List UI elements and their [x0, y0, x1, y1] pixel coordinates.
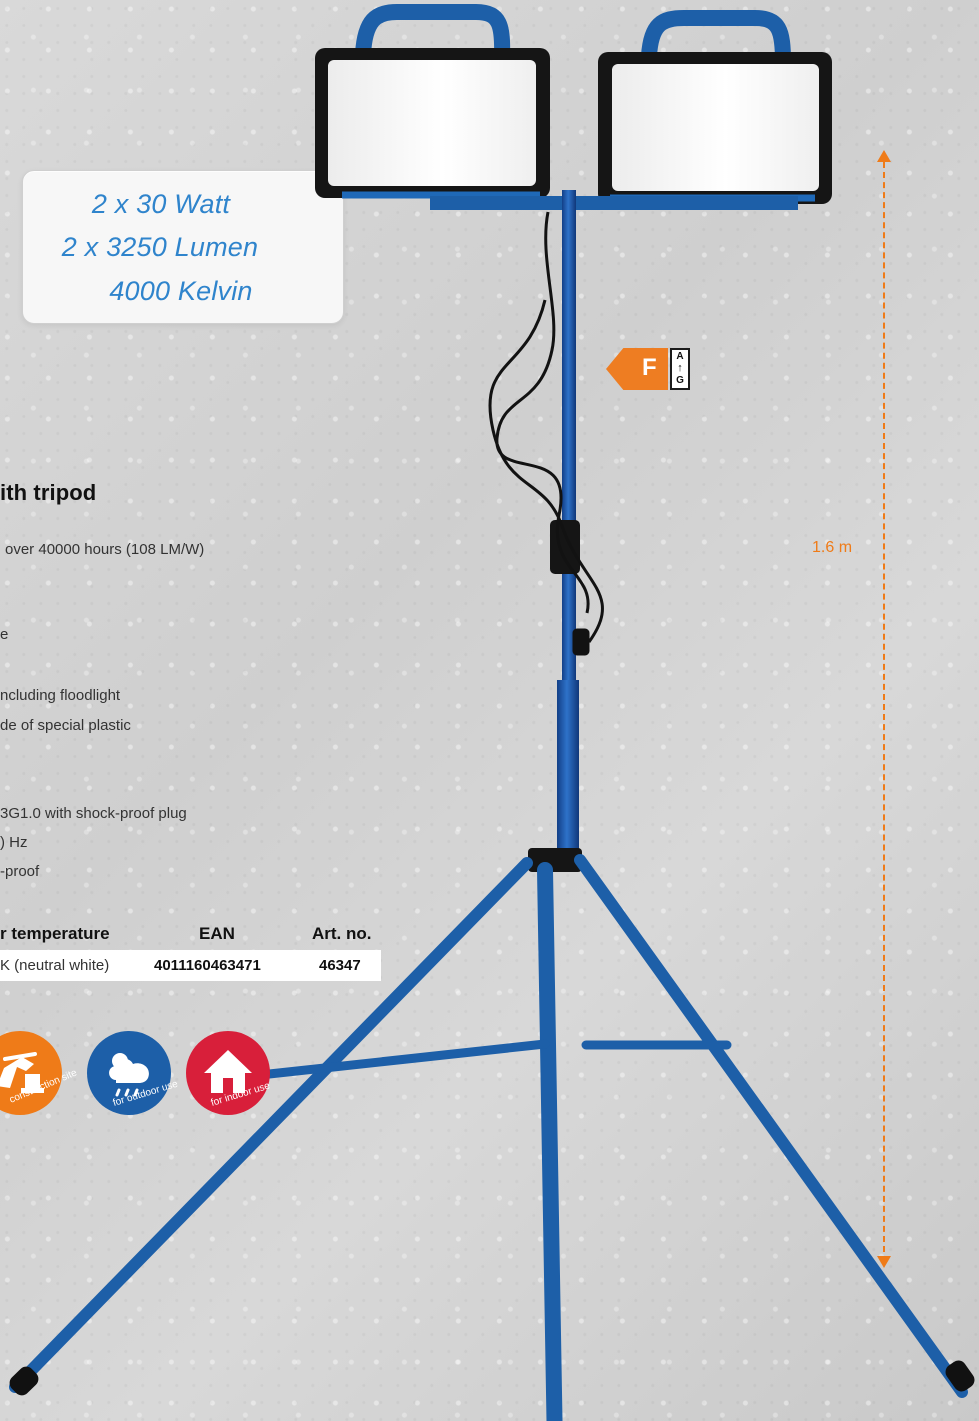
- kelvin-text: 4000 Kelvin: [109, 276, 253, 306]
- lumen-text: 2 x 3250 Lumen: [61, 232, 259, 262]
- ean-value: 4011160463471: [154, 957, 261, 974]
- energy-scale-top: A: [676, 351, 684, 362]
- feature-cable: 3G1.0 with shock-proof plug: [0, 805, 187, 822]
- feature-plastic: de of special plastic: [0, 717, 131, 734]
- energy-label: F A ↑ G: [606, 348, 690, 390]
- height-value: 1.6 m: [812, 539, 853, 556]
- feature-lifetime: over 40000 hours (108 LM/W): [5, 541, 205, 558]
- feature-proof: -proof: [0, 863, 40, 880]
- product-title: ith tripod: [0, 480, 97, 505]
- energy-class-arrow: [606, 348, 668, 390]
- energy-scale: A ↑ G: [670, 348, 690, 390]
- energy-scale-bottom: G: [676, 375, 684, 386]
- spec-callout: 2 x 30 Watt 2 x 3250 Lumen 4000 Kelvin: [22, 170, 344, 324]
- usage-icons: construction site for outdoor use for in…: [0, 1030, 280, 1130]
- floodlight-heads: [315, 4, 832, 204]
- color-temperature-header: r temperature: [0, 924, 110, 943]
- indoor-use-icon: for indoor use: [186, 1031, 272, 1115]
- article-number-value: 46347: [319, 957, 361, 974]
- energy-class: F: [642, 354, 657, 381]
- feature-partial: e: [0, 626, 9, 643]
- power-cable: [488, 211, 604, 656]
- table-header: r temperature EAN Art. no.: [0, 920, 381, 946]
- article-number-header: Art. no.: [312, 924, 372, 943]
- feature-floodlight: ncluding floodlight: [0, 687, 121, 704]
- energy-scale-arrow-icon: ↑: [677, 362, 683, 374]
- product-table: r temperature EAN Art. no. K (neutral wh…: [0, 920, 381, 981]
- height-dimension: [872, 150, 896, 1268]
- construction-site-icon: construction site: [0, 1031, 79, 1115]
- dimension-dashed-line: [883, 162, 885, 1252]
- dimension-bottom-arrow-icon: [877, 1256, 891, 1268]
- table-row: K (neutral white) 4011160463471 46347: [0, 950, 381, 981]
- color-temperature-value: K (neutral white): [0, 957, 110, 974]
- wattage-text: 2 x 30 Watt: [91, 189, 231, 219]
- outdoor-use-icon: for outdoor use: [87, 1031, 180, 1115]
- dimension-top-arrow-icon: [877, 150, 891, 162]
- ean-header: EAN: [199, 924, 235, 943]
- feature-frequency: ) Hz: [0, 834, 28, 851]
